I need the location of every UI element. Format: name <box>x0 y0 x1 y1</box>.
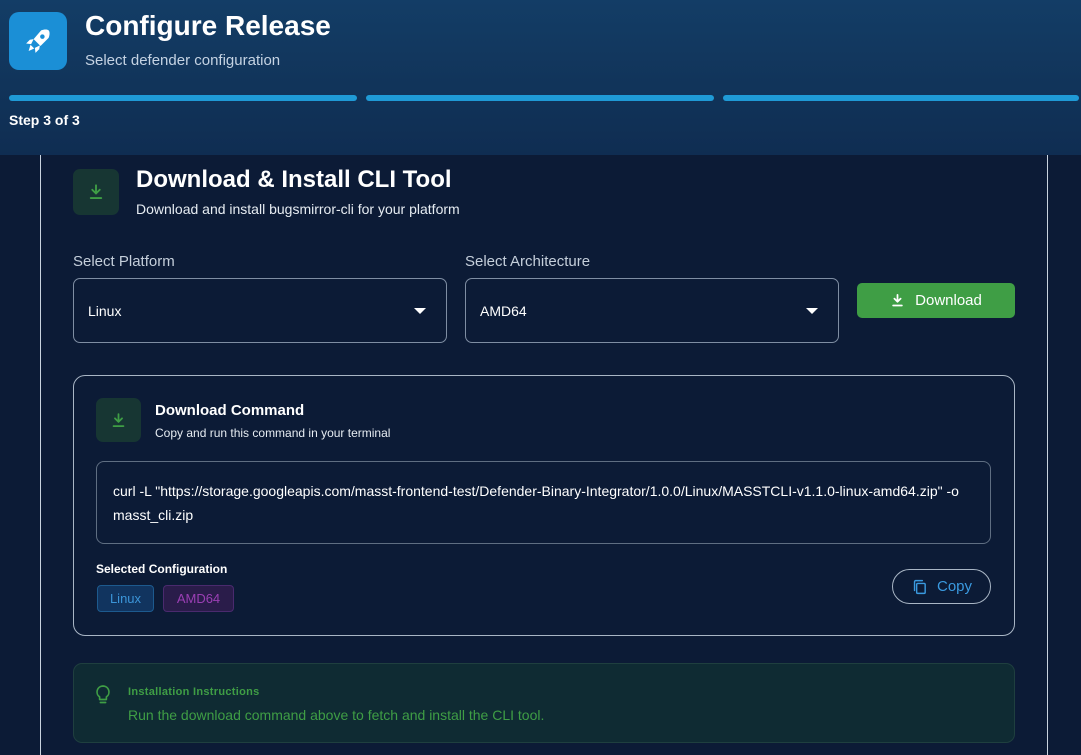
download-icon <box>892 294 903 307</box>
platform-select[interactable]: Linux <box>73 278 447 343</box>
download-button-label: Download <box>915 292 982 309</box>
architecture-select-value: AMD64 <box>480 303 527 319</box>
step-progress-2 <box>366 95 714 101</box>
download-button[interactable]: Download <box>857 283 1015 318</box>
section-title: Download & Install CLI Tool <box>136 166 452 193</box>
platform-label: Select Platform <box>73 253 175 270</box>
platform-select-value: Linux <box>88 303 122 319</box>
installation-instructions-panel <box>73 663 1015 743</box>
page-header: Configure Release Select defender config… <box>0 0 1081 155</box>
architecture-label: Select Architecture <box>465 253 591 270</box>
page-title: Configure Release <box>85 10 331 41</box>
command-title: Download Command <box>155 402 305 419</box>
command-text[interactable]: curl -L "https://storage.googleapis.com/… <box>96 461 991 544</box>
architecture-select[interactable]: AMD64 <box>465 278 839 343</box>
rocket-icon <box>9 12 67 70</box>
download-icon <box>96 398 141 442</box>
step-progress-1 <box>9 95 357 101</box>
section-subtitle: Download and install bugsmirror-cli for … <box>136 201 460 217</box>
copy-button[interactable]: Copy <box>892 569 991 604</box>
command-subtitle: Copy and run this command in your termin… <box>155 426 391 440</box>
copy-icon <box>913 579 926 594</box>
selected-configuration-label: Selected Configuration <box>96 562 228 576</box>
installation-title: Installation Instructions <box>128 686 260 698</box>
page-subtitle: Select defender configuration <box>85 52 281 69</box>
download-icon <box>73 169 119 215</box>
platform-chip: Linux <box>97 585 154 612</box>
step-indicator: Step 3 of 3 <box>9 112 80 128</box>
chevron-down-icon <box>806 308 818 314</box>
step-progress-3 <box>723 95 1079 101</box>
architecture-chip: AMD64 <box>163 585 234 612</box>
copy-button-label: Copy <box>936 578 973 595</box>
chevron-down-icon <box>414 308 426 314</box>
installation-text: Run the download command above to fetch … <box>128 707 545 723</box>
lightbulb-icon <box>96 685 110 704</box>
